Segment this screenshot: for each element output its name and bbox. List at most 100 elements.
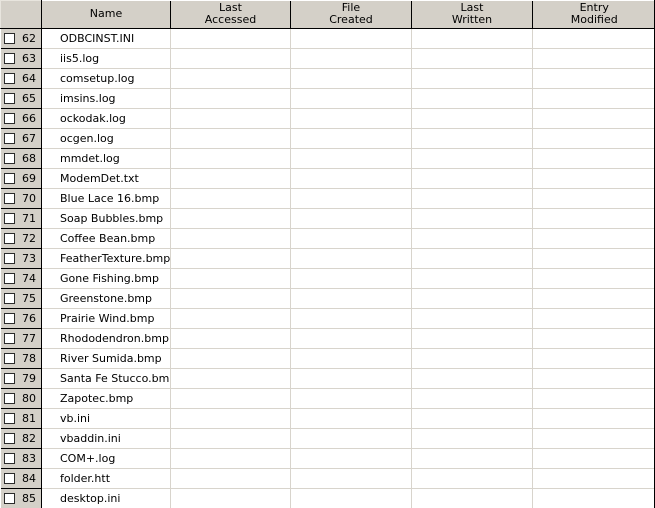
row-selector-cell[interactable]: 65 — [0, 88, 42, 109]
table-row[interactable]: 79 Santa Fe Stucco.bmp — [0, 368, 654, 389]
cell-last-accessed[interactable] — [170, 328, 291, 349]
row-checkbox[interactable] — [3, 413, 15, 424]
table-row[interactable]: 83 COM+.log — [0, 448, 654, 469]
cell-entry-modified[interactable] — [532, 368, 654, 389]
cell-entry-modified[interactable] — [532, 488, 654, 508]
cell-entry-modified[interactable] — [532, 388, 654, 409]
cell-last-accessed[interactable] — [170, 428, 291, 449]
row-selector-cell[interactable]: 81 — [0, 408, 42, 429]
cell-last-written[interactable] — [411, 188, 533, 209]
column-header-name[interactable]: Name — [41, 0, 171, 29]
table-row[interactable]: 74 Gone Fishing.bmp — [0, 268, 654, 289]
row-checkbox[interactable] — [3, 493, 15, 504]
cell-last-accessed[interactable] — [170, 88, 291, 109]
row-selector-cell[interactable]: 85 — [0, 488, 42, 508]
column-header-last-accessed[interactable]: Last Accessed — [170, 0, 291, 29]
cell-last-written[interactable] — [411, 88, 533, 109]
table-row[interactable]: 84 folder.htt — [0, 468, 654, 489]
row-selector-cell[interactable]: 74 — [0, 268, 42, 289]
cell-last-written[interactable] — [411, 68, 533, 89]
cell-name[interactable]: ocgen.log — [41, 128, 171, 149]
cell-name[interactable]: folder.htt — [41, 468, 171, 489]
row-checkbox[interactable] — [3, 253, 15, 264]
column-header-file-created[interactable]: File Created — [290, 0, 412, 29]
table-row[interactable]: 73 FeatherTexture.bmp — [0, 248, 654, 269]
cell-file-created[interactable] — [290, 348, 412, 369]
cell-entry-modified[interactable] — [532, 468, 654, 489]
cell-entry-modified[interactable] — [532, 168, 654, 189]
column-header-last-written[interactable]: Last Written — [411, 0, 533, 29]
cell-last-written[interactable] — [411, 228, 533, 249]
cell-last-written[interactable] — [411, 148, 533, 169]
cell-last-written[interactable] — [411, 368, 533, 389]
row-selector-cell[interactable]: 78 — [0, 348, 42, 369]
cell-last-written[interactable] — [411, 248, 533, 269]
cell-name[interactable]: ockodak.log — [41, 108, 171, 129]
cell-last-written[interactable] — [411, 268, 533, 289]
cell-entry-modified[interactable] — [532, 348, 654, 369]
table-row[interactable]: 85 desktop.ini — [0, 488, 654, 508]
cell-last-written[interactable] — [411, 488, 533, 508]
cell-last-accessed[interactable] — [170, 168, 291, 189]
row-checkbox[interactable] — [3, 313, 15, 324]
row-checkbox[interactable] — [3, 333, 15, 344]
row-checkbox[interactable] — [3, 93, 15, 104]
row-checkbox[interactable] — [3, 353, 15, 364]
cell-entry-modified[interactable] — [532, 288, 654, 309]
cell-file-created[interactable] — [290, 168, 412, 189]
cell-file-created[interactable] — [290, 488, 412, 508]
cell-file-created[interactable] — [290, 208, 412, 229]
row-selector-cell[interactable]: 79 — [0, 368, 42, 389]
cell-name[interactable]: desktop.ini — [41, 488, 171, 508]
cell-file-created[interactable] — [290, 128, 412, 149]
cell-file-created[interactable] — [290, 408, 412, 429]
cell-file-created[interactable] — [290, 328, 412, 349]
cell-entry-modified[interactable] — [532, 408, 654, 429]
cell-name[interactable]: Zapotec.bmp — [41, 388, 171, 409]
row-checkbox[interactable] — [3, 273, 15, 284]
row-checkbox[interactable] — [3, 133, 15, 144]
table-row[interactable]: 64 comsetup.log — [0, 68, 654, 89]
row-selector-cell[interactable]: 82 — [0, 428, 42, 449]
row-selector-cell[interactable]: 69 — [0, 168, 42, 189]
table-row[interactable]: 68 mmdet.log — [0, 148, 654, 169]
cell-last-accessed[interactable] — [170, 188, 291, 209]
cell-name[interactable]: Prairie Wind.bmp — [41, 308, 171, 329]
cell-name[interactable]: Santa Fe Stucco.bmp — [41, 368, 171, 389]
cell-name[interactable]: River Sumida.bmp — [41, 348, 171, 369]
cell-last-accessed[interactable] — [170, 408, 291, 429]
cell-name[interactable]: Coffee Bean.bmp — [41, 228, 171, 249]
table-row[interactable]: 82 vbaddin.ini — [0, 428, 654, 449]
cell-file-created[interactable] — [290, 448, 412, 469]
cell-name[interactable]: FeatherTexture.bmp — [41, 248, 171, 269]
row-selector-cell[interactable]: 71 — [0, 208, 42, 229]
cell-last-accessed[interactable] — [170, 468, 291, 489]
cell-entry-modified[interactable] — [532, 148, 654, 169]
row-checkbox[interactable] — [3, 173, 15, 184]
row-selector-cell[interactable]: 70 — [0, 188, 42, 209]
row-checkbox[interactable] — [3, 453, 15, 464]
row-selector-cell[interactable]: 83 — [0, 448, 42, 469]
cell-last-accessed[interactable] — [170, 448, 291, 469]
cell-name[interactable]: comsetup.log — [41, 68, 171, 89]
cell-file-created[interactable] — [290, 248, 412, 269]
row-selector-cell[interactable]: 75 — [0, 288, 42, 309]
cell-file-created[interactable] — [290, 28, 412, 49]
row-checkbox[interactable] — [3, 53, 15, 64]
row-checkbox[interactable] — [3, 373, 15, 384]
table-row[interactable]: 62 ODBCINST.INI — [0, 28, 654, 49]
row-checkbox[interactable] — [3, 33, 15, 44]
cell-last-accessed[interactable] — [170, 288, 291, 309]
cell-file-created[interactable] — [290, 288, 412, 309]
row-selector-cell[interactable]: 80 — [0, 388, 42, 409]
row-checkbox[interactable] — [3, 393, 15, 404]
row-selector-cell[interactable]: 73 — [0, 248, 42, 269]
cell-last-accessed[interactable] — [170, 268, 291, 289]
cell-entry-modified[interactable] — [532, 128, 654, 149]
cell-file-created[interactable] — [290, 388, 412, 409]
cell-last-accessed[interactable] — [170, 488, 291, 508]
row-selector-cell[interactable]: 62 — [0, 28, 42, 49]
cell-entry-modified[interactable] — [532, 108, 654, 129]
table-row[interactable]: 80 Zapotec.bmp — [0, 388, 654, 409]
cell-name[interactable]: iis5.log — [41, 48, 171, 69]
